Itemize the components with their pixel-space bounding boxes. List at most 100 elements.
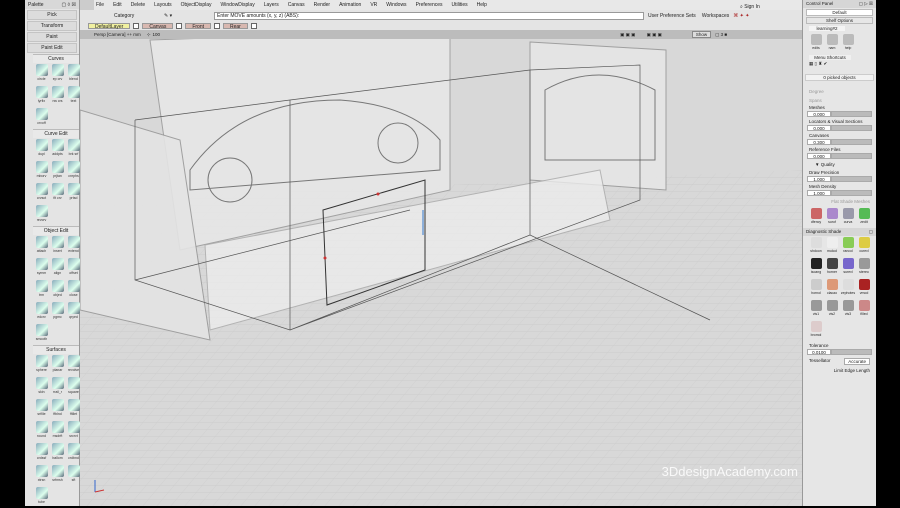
tool-smooth[interactable]: smooth — [34, 323, 49, 345]
shelf-zephotes[interactable]: zephotes — [840, 278, 856, 299]
shelf-mulcol[interactable]: mulcol — [824, 236, 840, 257]
field-slider[interactable] — [831, 125, 872, 131]
menu-animation[interactable]: Animation — [339, 2, 361, 8]
palette-pick-button[interactable]: Pick — [27, 10, 77, 20]
menu-layouts[interactable]: Layouts — [154, 2, 172, 8]
menu-canvas[interactable]: Canvas — [288, 2, 305, 8]
panel-window-controls[interactable]: ▢ ▷ ☒ — [859, 1, 873, 7]
menu-shortcut-icons[interactable]: ▦ ▯ ♜ ✔ — [809, 61, 870, 73]
palette-section-curve-edit[interactable]: Curve Edit — [33, 129, 79, 138]
viewport-tools[interactable]: ▣ ▣ ▣ ▣ ▣ ▣ — [620, 32, 662, 38]
field-value-input[interactable]: 0.000 — [807, 111, 831, 117]
shelf-zedit[interactable]: zedit — [856, 207, 872, 228]
workspace-icons[interactable]: ⌘ ✦ ✦ — [733, 13, 749, 19]
shelf-stereo[interactable]: stereo — [856, 257, 872, 278]
shelf-vis3[interactable]: vis3 — [840, 299, 856, 320]
tool-crdbnd[interactable]: crdbnd — [66, 442, 81, 464]
tool-prtsd[interactable]: prtsd — [66, 182, 81, 204]
palette-window-controls[interactable]: ▢ ◊ ☒ — [62, 2, 76, 8]
field-value-input[interactable]: 1.000 — [807, 176, 831, 182]
tool-qryed[interactable]: qryed — [66, 301, 81, 323]
viewport-layout-buttons[interactable]: ▢ 3 ■ — [715, 32, 727, 38]
shelf-surevl[interactable]: surevl — [840, 257, 856, 278]
palette-paint-button[interactable]: Paint — [27, 32, 77, 42]
tool-align[interactable]: align — [50, 257, 65, 279]
layer-front[interactable]: Front — [185, 22, 211, 30]
layer-rear[interactable]: Rear — [222, 22, 248, 30]
tool-lyrfix[interactable]: lyrfix — [34, 85, 49, 107]
tool-msdrft[interactable]: msdrft — [50, 420, 65, 442]
field-slider[interactable] — [831, 111, 872, 117]
shelf-isoang[interactable]: isoang — [808, 257, 824, 278]
tool-insert[interactable]: insert — [50, 235, 65, 257]
shelf-vis1[interactable]: vis1 — [808, 299, 824, 320]
tool-tube[interactable]: tube — [34, 486, 49, 508]
tool-srfille[interactable]: srfille — [34, 398, 49, 420]
tool-attach[interactable]: attach — [34, 235, 49, 257]
shelf-vmod[interactable]: vmod — [856, 278, 872, 299]
layer-visibility-checkbox[interactable] — [213, 22, 220, 29]
menu-help[interactable]: Help — [477, 2, 487, 8]
tool-objed[interactable]: objed — [50, 279, 65, 301]
user-preference-sets[interactable]: User Preference Sets — [648, 13, 696, 19]
tool-srcrvt[interactable]: srcrvt — [66, 420, 81, 442]
palette-section-surfaces[interactable]: Surfaces — [33, 345, 79, 354]
field-value-input[interactable]: 0.000 — [807, 153, 831, 159]
shelf-tab[interactable]: learning#2 — [809, 26, 845, 31]
viewport[interactable] — [79, 29, 802, 506]
tool-dupl[interactable]: dupl — [34, 138, 49, 160]
show-button[interactable]: Show — [691, 31, 712, 38]
tool-skin[interactable]: skin — [34, 376, 49, 398]
tolerance-slider[interactable] — [831, 349, 872, 355]
layer-visibility-checkbox[interactable] — [250, 22, 257, 29]
tool-revolve[interactable]: revolve — [66, 354, 81, 376]
field-value-input[interactable]: 1.000 — [807, 190, 831, 196]
tool-square[interactable]: square — [66, 376, 81, 398]
sign-in[interactable]: ⌕ Sign In — [740, 4, 760, 10]
tool-addpts[interactable]: addpts — [50, 138, 65, 160]
shelf-clacao[interactable]: clacao — [824, 278, 840, 299]
shelf-curva[interactable]: curva — [840, 207, 856, 228]
tool-trm[interactable]: trm — [34, 279, 49, 301]
shelf-bromol[interactable]: bromol — [808, 320, 824, 341]
menu-windows[interactable]: Windows — [386, 2, 406, 8]
field-value-input[interactable]: 0.300 — [807, 139, 831, 145]
field-value-input[interactable]: 0.000 — [807, 125, 831, 131]
tool-cnrphs[interactable]: cnrphs — [66, 160, 81, 182]
tool-circle[interactable]: circle — [34, 63, 49, 85]
menu-utilities[interactable]: Utilities — [452, 2, 468, 8]
shelf-options-button[interactable]: Shelf Options — [806, 17, 873, 24]
tool-crdssf[interactable]: crdssf — [34, 442, 49, 464]
tool-xtrsn[interactable]: xtrsn — [34, 464, 49, 486]
tool-rrail_r[interactable]: rrail_r — [50, 376, 65, 398]
limit-edge-length-checkbox[interactable]: Limit Edge Length — [809, 368, 870, 373]
tool-nw-crs[interactable]: nw crs — [50, 85, 65, 107]
tool-revcrv[interactable]: revcrv — [34, 204, 49, 226]
field-slider[interactable] — [831, 153, 872, 159]
shelf-hornol[interactable]: hornol — [808, 278, 824, 299]
tool-ffillet[interactable]: ffillet — [66, 398, 81, 420]
tool-close[interactable]: close — [66, 279, 81, 301]
menu-preferences[interactable]: Preferences — [416, 2, 443, 8]
menu-objectdisplay[interactable]: ObjectDisplay — [181, 2, 212, 8]
menu-shortcuts-tab[interactable]: Menu Shortcuts — [809, 55, 851, 60]
shelf-dfency[interactable]: dfency — [808, 207, 824, 228]
tool-sphere[interactable]: sphere — [34, 354, 49, 376]
tolerance-input[interactable]: 0.0100 — [807, 349, 831, 355]
shelf-surof[interactable]: surof — [824, 207, 840, 228]
shelf-set-dropdown[interactable]: Default — [806, 9, 873, 16]
tool-brk-srf[interactable]: brk srf — [66, 138, 81, 160]
tool-ep-crv[interactable]: ep crv — [50, 63, 65, 85]
tool-offset[interactable]: offset — [66, 257, 81, 279]
tool-pgmc[interactable]: pgmc — [50, 301, 65, 323]
tool-edcrv[interactable]: edcrv — [34, 301, 49, 323]
tool-symm[interactable]: symm — [34, 257, 49, 279]
tool-srfmsh[interactable]: srfmsh — [50, 464, 65, 486]
palette-transform-button[interactable]: Transform — [27, 21, 77, 31]
scene-canvas[interactable] — [79, 29, 802, 506]
tool-crvoff[interactable]: crvoff — [34, 107, 49, 129]
tool-mborv[interactable]: mborv — [34, 160, 49, 182]
layer-visibility-checkbox[interactable] — [133, 22, 140, 29]
flat-shade-checkbox[interactable]: Flat Shade Meshes — [809, 199, 870, 204]
zoom-icon[interactable]: ⊹ — [147, 32, 151, 38]
